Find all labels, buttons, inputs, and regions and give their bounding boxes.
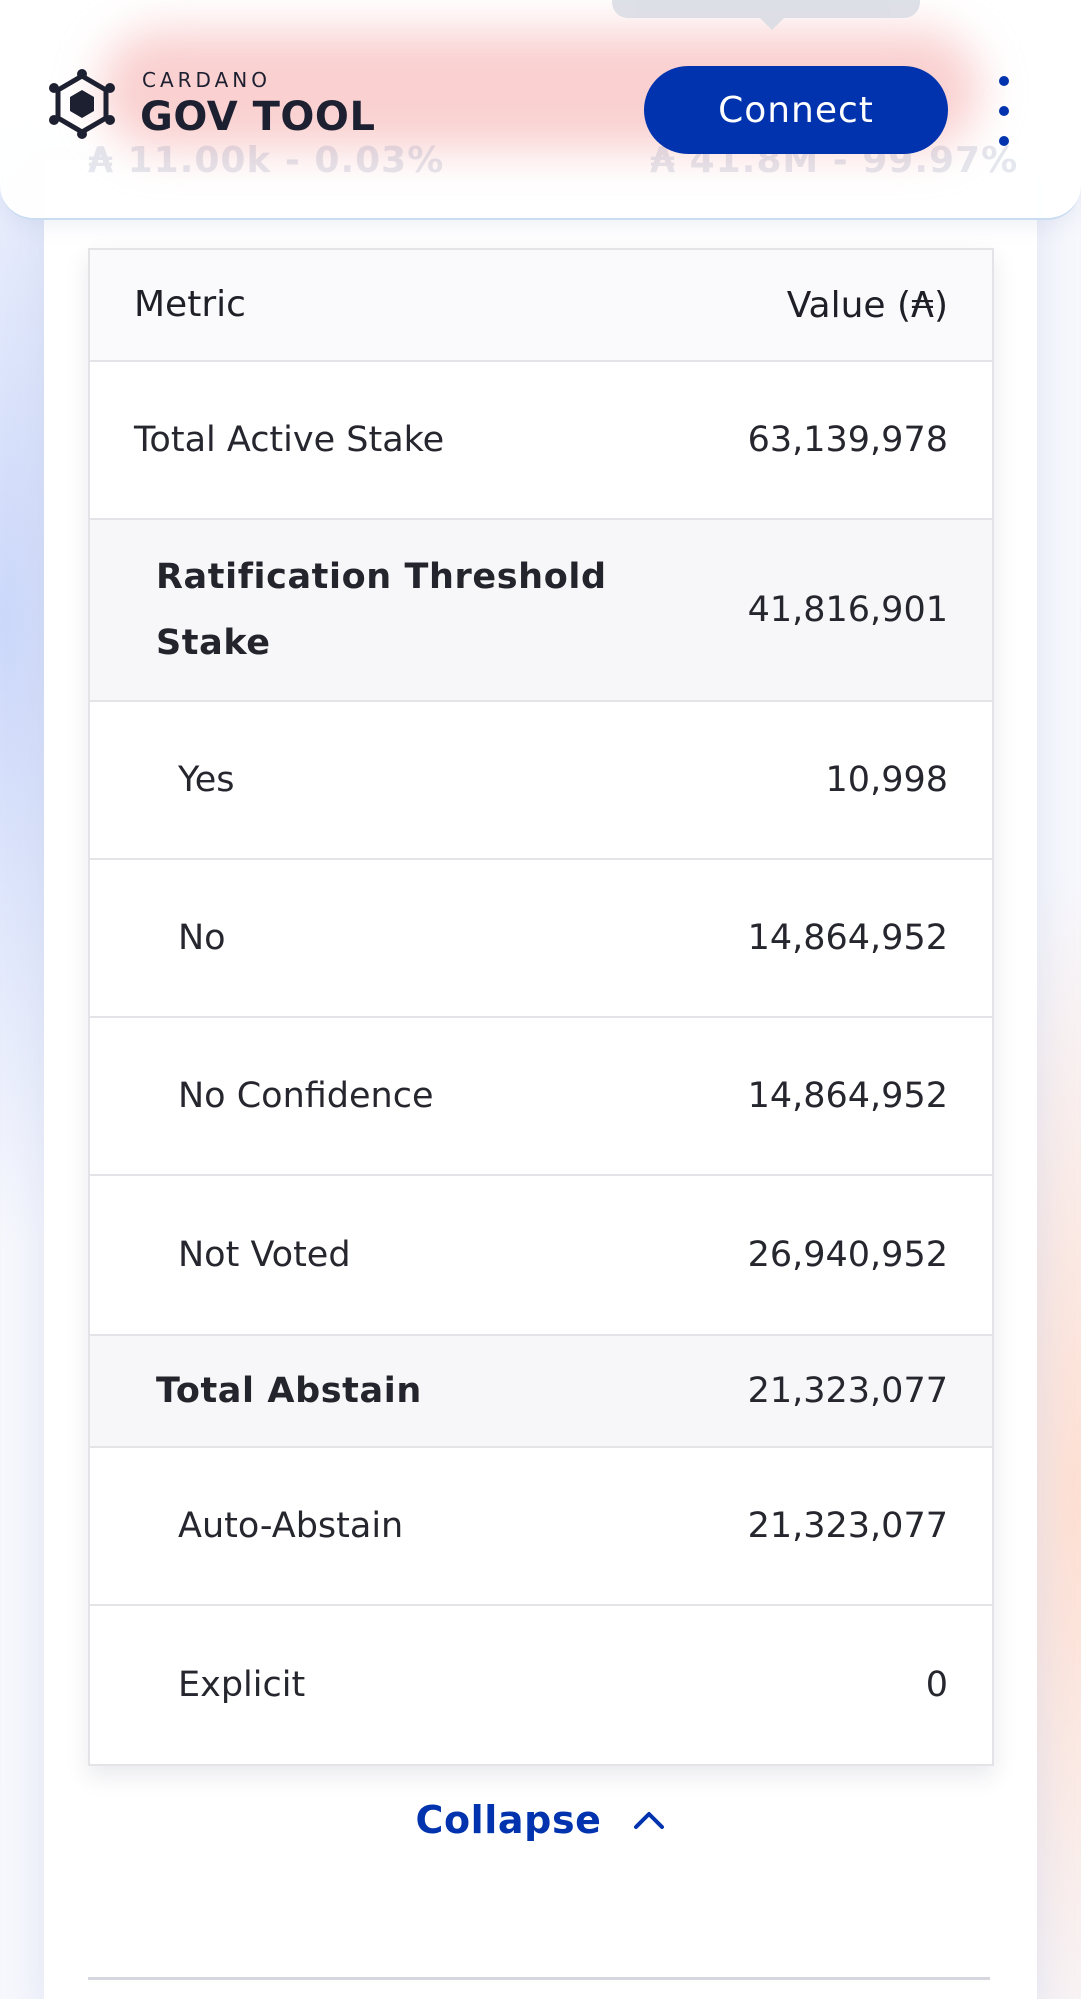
table-row-group: Ratification Threshold Stake 41,816,901	[90, 520, 992, 702]
row-label: Ratification Threshold Stake	[156, 557, 607, 663]
vote-results-card: Metric Value (₳) Total Active Stake 63,1…	[44, 160, 1037, 1999]
logo-text-gov-tool: GOV TOOL	[140, 94, 376, 140]
tooltip-remnant	[612, 0, 920, 30]
more-menu-icon[interactable]	[984, 76, 1024, 146]
row-value: 41,816,901	[747, 590, 948, 630]
app-header: ₳ 11.00k - 0.03% ₳ 41.8M - 99.97% CARDAN…	[0, 0, 1081, 220]
ghost-stat-left: ₳ 11.00k - 0.03%	[88, 140, 445, 181]
row-value: 0	[925, 1665, 948, 1705]
table-row: No Confidence 14,864,952	[90, 1018, 992, 1176]
row-value: 14,864,952	[747, 1076, 948, 1116]
row-label: No Confidence	[178, 1076, 434, 1116]
connect-button[interactable]: Connect	[644, 66, 948, 154]
collapse-label: Collapse	[415, 1798, 602, 1842]
row-label: Yes	[178, 760, 235, 800]
logo-text-cardano: CARDANO	[142, 68, 271, 92]
column-header-value: Value (₳)	[786, 284, 948, 326]
cardano-gov-tool-logo-icon[interactable]	[44, 68, 120, 140]
table-row: Auto-Abstain 21,323,077	[90, 1448, 992, 1606]
row-value: 21,323,077	[747, 1506, 948, 1546]
row-label: Not Voted	[178, 1235, 351, 1275]
collapse-button[interactable]: Collapse	[44, 1798, 1037, 1842]
row-label: No	[178, 918, 226, 958]
table-row: No 14,864,952	[90, 860, 992, 1018]
row-label: Total Abstain	[156, 1371, 422, 1411]
divider	[88, 1977, 990, 1980]
table-row-group: Total Abstain 21,323,077	[90, 1336, 992, 1448]
chevron-up-icon	[633, 1812, 664, 1829]
table-header-row: Metric Value (₳)	[90, 250, 992, 362]
voting-power-table: Metric Value (₳) Total Active Stake 63,1…	[88, 248, 994, 1766]
table-row: Explicit 0	[90, 1606, 992, 1764]
table-row: Total Active Stake 63,139,978	[90, 362, 992, 520]
row-label: Total Active Stake	[134, 420, 445, 460]
row-value: 63,139,978	[747, 420, 948, 460]
row-value: 10,998	[825, 760, 948, 800]
row-label: Auto-Abstain	[178, 1506, 404, 1546]
row-value: 14,864,952	[747, 918, 948, 958]
row-label: Explicit	[178, 1665, 306, 1705]
row-value: 21,323,077	[747, 1371, 948, 1411]
column-header-metric: Metric	[134, 284, 246, 325]
table-row: Yes 10,998	[90, 702, 992, 860]
table-row: Not Voted 26,940,952	[90, 1176, 992, 1336]
row-value: 26,940,952	[747, 1235, 948, 1275]
